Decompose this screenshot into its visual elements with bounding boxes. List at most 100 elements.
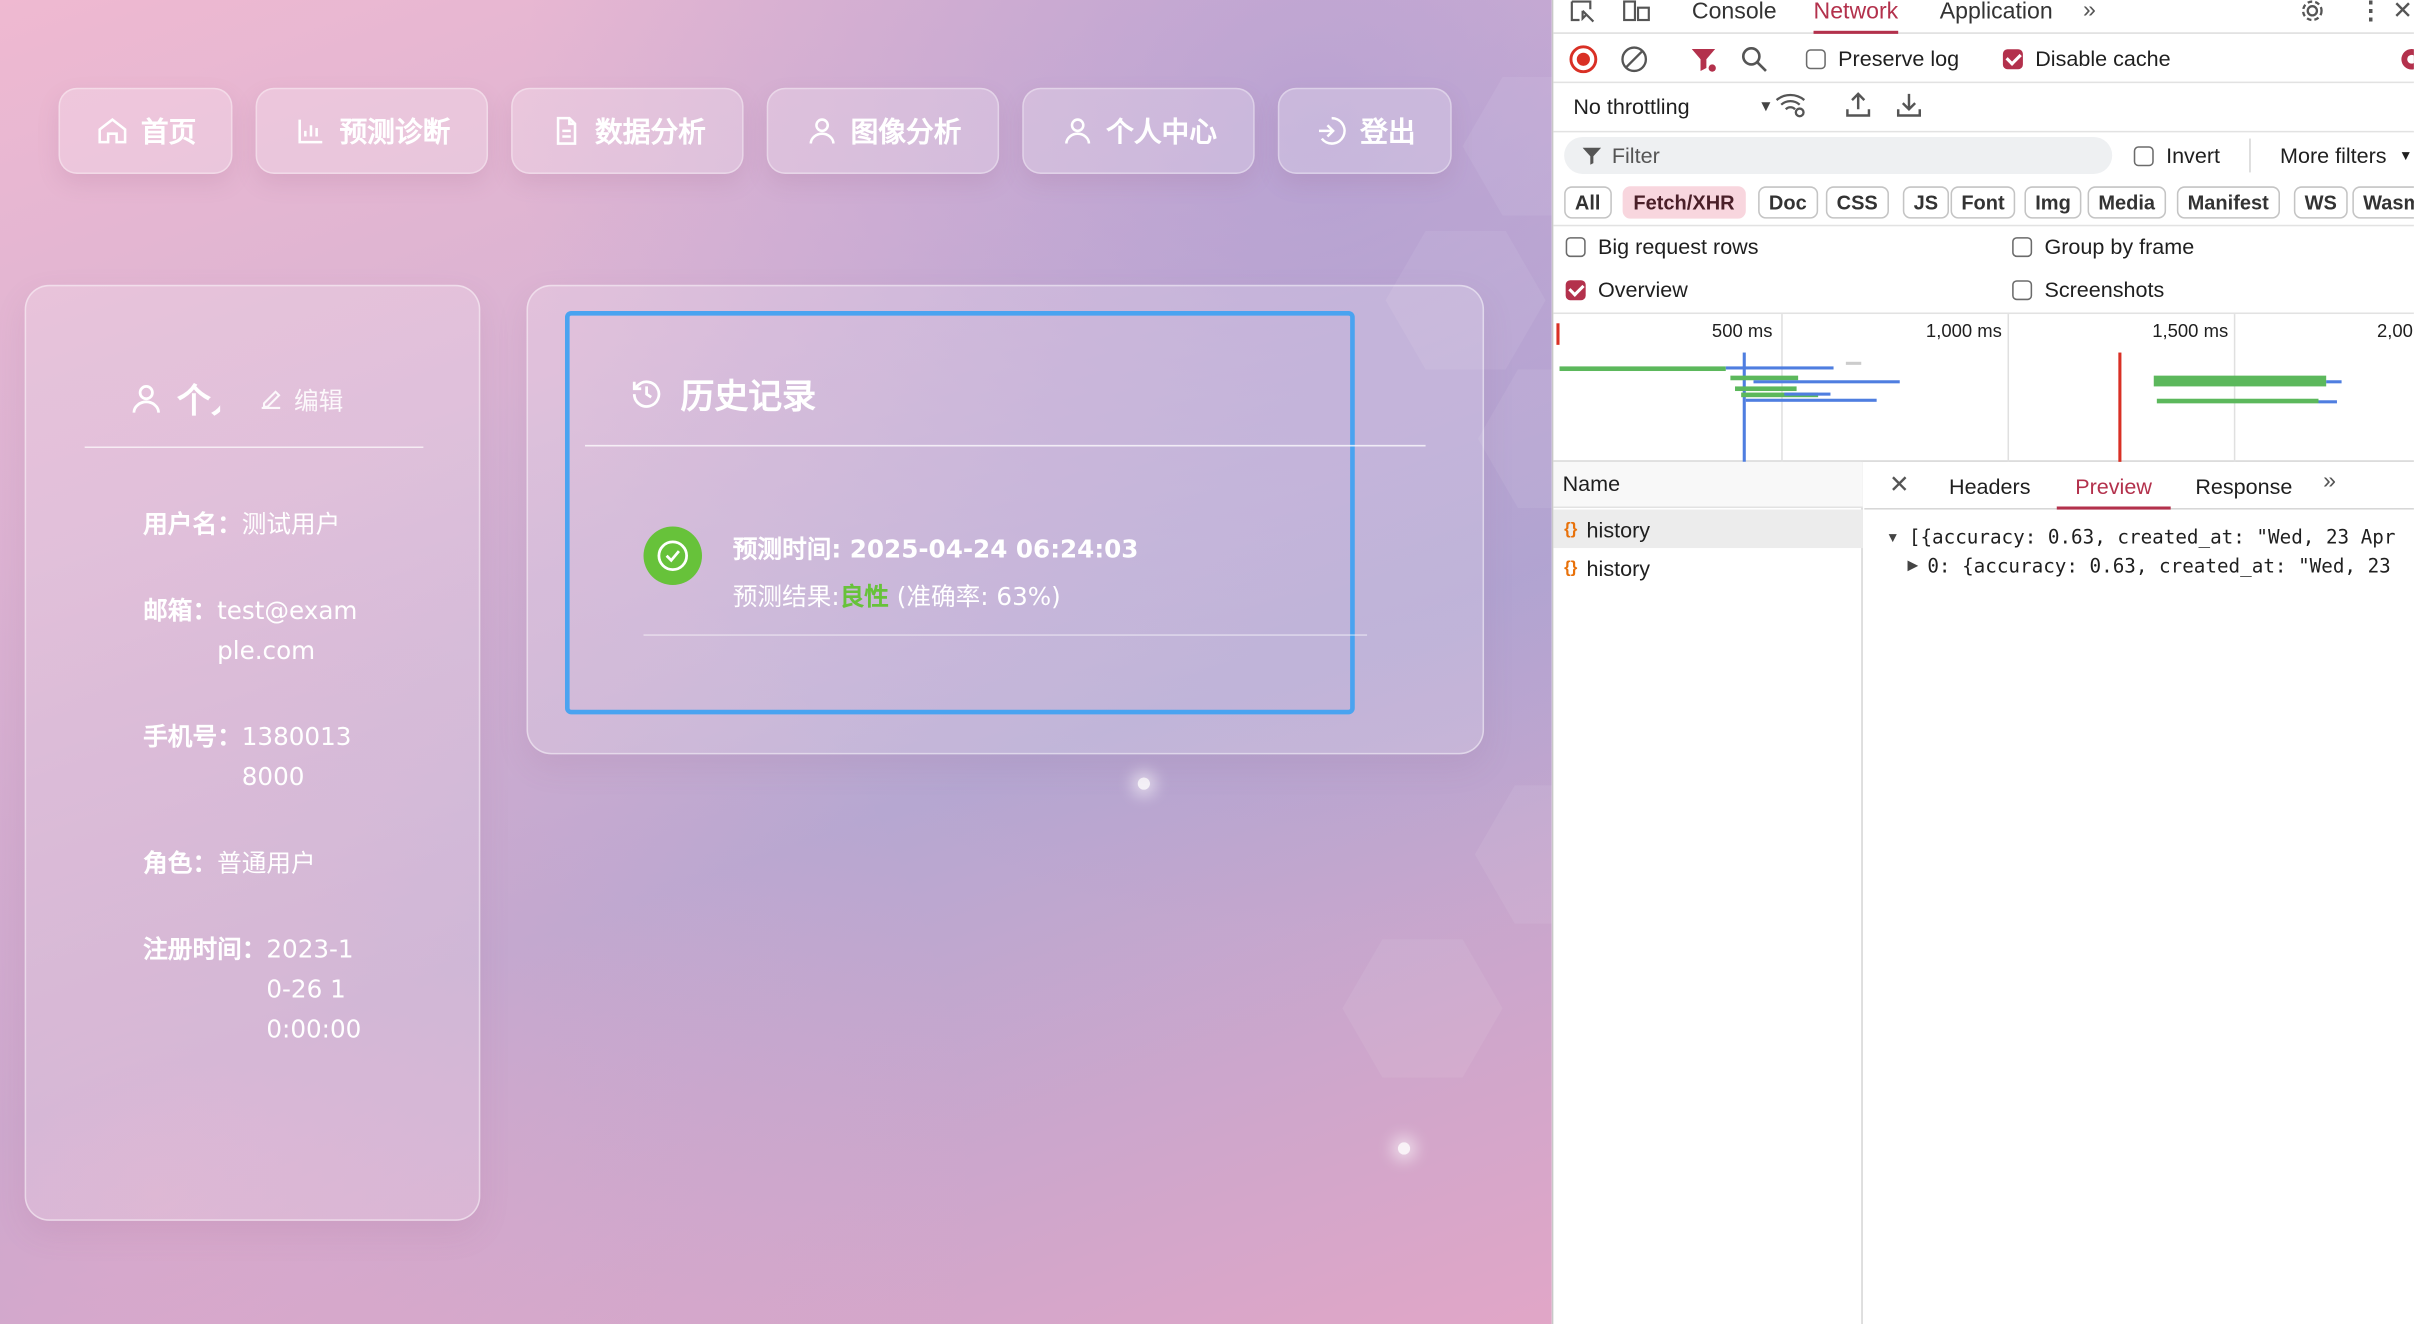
network-toolbar <box>1553 34 2414 84</box>
tab-network[interactable]: Network <box>1813 0 1899 34</box>
user-icon <box>808 118 834 144</box>
filter-input[interactable]: Filter <box>1564 137 2113 174</box>
search-icon[interactable] <box>1740 45 1769 74</box>
chip-media[interactable]: Media <box>2087 186 2166 219</box>
big-rows-label: Big request rows <box>1598 234 1759 259</box>
chip-img[interactable]: Img <box>2024 186 2082 219</box>
more-tabs-chevron-icon[interactable]: » <box>2083 0 2096 23</box>
device-toolbar-icon[interactable] <box>1621 0 1652 25</box>
request-bar <box>1753 380 1900 384</box>
big-request-rows-checkbox[interactable]: Big request rows <box>1565 234 1759 259</box>
download-icon[interactable] <box>1895 91 1923 119</box>
disable-cache-checkbox[interactable]: Disable cache <box>2002 46 2171 71</box>
result-label: 预测结果: <box>732 581 840 612</box>
more-tabs-chevron-icon[interactable]: » <box>2323 468 2336 494</box>
chip-manifest[interactable]: Manifest <box>2176 186 2280 219</box>
close-detail-icon[interactable]: ✕ <box>1889 470 1910 501</box>
profile-row-phone: 手机号： 13800138000 <box>143 717 352 797</box>
nav-logout-button[interactable]: 登出 <box>1277 87 1452 174</box>
screenshots-checkbox[interactable]: Screenshots <box>2012 277 2164 302</box>
nav-profile-label: 个人中心 <box>1106 117 1217 150</box>
network-overview-timeline[interactable]: 500 ms 1,000 ms 1,500 ms 2,00 <box>1553 312 2414 462</box>
name-column-header[interactable]: Name <box>1553 461 1863 509</box>
profile-title: 个人 <box>177 383 220 422</box>
edit-button[interactable]: 编辑 <box>257 380 343 417</box>
tab-preview[interactable]: Preview <box>2056 474 2171 510</box>
nav-image-analysis-button[interactable]: 图像分析 <box>766 87 1000 174</box>
tab-application[interactable]: Application <box>1940 0 2053 34</box>
tab-response[interactable]: Response <box>2195 474 2292 499</box>
history-title: 历史记录 <box>680 378 816 418</box>
preview-root-line[interactable]: ▼ [{accuracy: 0.63, created_at: "Wed, 23… <box>1886 525 2396 548</box>
profile-key: 邮箱： <box>143 595 218 626</box>
request-row[interactable]: {} history <box>1553 548 1862 586</box>
preview-item-line[interactable]: ▶ 0: {accuracy: 0.63, created_at: "Wed, … <box>1907 554 2390 577</box>
user-icon <box>132 385 160 413</box>
group-by-frame-label: Group by frame <box>2044 234 2195 259</box>
history-clock-icon <box>632 380 661 408</box>
history-item[interactable]: 预测时间: 2025-04-24 06:24:03 预测结果:良性 (准确率: … <box>643 523 1368 636</box>
record-stop-icon[interactable] <box>1569 45 1598 74</box>
chip-js[interactable]: JS <box>1902 186 1949 219</box>
chip-all[interactable]: All <box>1564 186 1612 219</box>
chip-css[interactable]: CSS <box>1825 186 1889 219</box>
accuracy-value: (准确率: 63%) <box>888 581 1061 612</box>
history-header: 历史记录 <box>628 369 816 418</box>
upload-icon[interactable] <box>1844 91 1872 119</box>
tick-label: 1,000 ms <box>1925 320 2002 342</box>
preserve-log-checkbox[interactable]: Preserve log <box>1805 46 1959 71</box>
disable-cache-label: Disable cache <box>2035 46 2171 71</box>
history-result: 预测结果:良性 (准确率: 63%) <box>733 576 1061 613</box>
overview-label: Overview <box>1598 277 1688 302</box>
network-settings-gear-icon[interactable] <box>2397 45 2414 74</box>
tick-label: 500 ms <box>1711 320 1773 342</box>
chip-ws[interactable]: WS <box>2293 186 2348 219</box>
throttling-select[interactable]: No throttling ▼ <box>1573 94 1773 119</box>
inspect-element-icon[interactable] <box>1569 0 1597 25</box>
xhr-braces-icon: {} <box>1564 558 1578 577</box>
kebab-menu-icon[interactable]: ⋮ <box>2359 0 2384 26</box>
nav-predict-button[interactable]: 预测诊断 <box>255 87 489 174</box>
profile-value: 2023-10-26 10:00:00 <box>266 934 362 1044</box>
funnel-icon <box>1582 147 1602 165</box>
xhr-braces-icon: {} <box>1564 519 1578 539</box>
chip-font[interactable]: Font <box>1950 186 2016 219</box>
nav-home-button[interactable]: 首页 <box>58 87 233 174</box>
hex-decoration <box>1477 369 1552 509</box>
chip-doc[interactable]: Doc <box>1758 186 1818 219</box>
expanded-triangle-icon: ▼ <box>1885 528 1900 545</box>
chip-wasm[interactable]: Wasm <box>2352 186 2414 219</box>
nav-data-analysis-button[interactable]: 数据分析 <box>511 87 744 174</box>
request-bar <box>2326 380 2342 384</box>
invert-checkbox[interactable]: Invert <box>2133 143 2220 168</box>
time-value: 2025-04-24 06:24:03 <box>849 534 1139 564</box>
profile-value: 普通用户 <box>217 848 316 878</box>
request-bar <box>2153 375 2327 387</box>
hex-decoration <box>1342 939 1503 1078</box>
chip-fetch-xhr[interactable]: Fetch/XHR <box>1622 186 1746 219</box>
profile-value: 测试用户 <box>241 509 341 539</box>
more-filters-dropdown[interactable]: More filters ▼ <box>2280 143 2413 168</box>
success-check-icon <box>643 526 703 586</box>
network-conditions-icon[interactable] <box>1775 91 1809 119</box>
profile-row-role: 角色： 普通用户 <box>143 844 340 884</box>
tab-headers[interactable]: Headers <box>1949 474 2030 499</box>
tab-console[interactable]: Console <box>1692 0 1777 34</box>
hex-decoration <box>1462 76 1552 216</box>
devtools-panel: Console Network Application » ⋮ ✕ Preser… <box>1551 0 2414 1324</box>
clear-icon[interactable] <box>1620 45 1649 74</box>
group-by-frame-checkbox[interactable]: Group by frame <box>2012 234 2194 259</box>
filter-icon[interactable] <box>1689 45 1718 74</box>
request-name: history <box>1586 554 1651 580</box>
close-icon[interactable]: ✕ <box>2392 0 2413 26</box>
profile-value: 13800138000 <box>241 722 352 792</box>
preview-text: 0: {accuracy: 0.63, created_at: "Wed, 23 <box>1927 554 2391 578</box>
request-row-selected[interactable]: {} history <box>1553 509 1863 549</box>
result-value: 良性 <box>839 581 889 612</box>
overview-checkbox[interactable]: Overview <box>1565 277 1688 302</box>
nav-profile-button[interactable]: 个人中心 <box>1022 87 1255 174</box>
nav-data-analysis-label: 数据分析 <box>595 117 706 150</box>
request-bar <box>1745 398 1877 402</box>
gear-icon[interactable] <box>2298 0 2326 25</box>
history-time: 预测时间: 2025-04-24 06:24:03 <box>733 528 1139 565</box>
